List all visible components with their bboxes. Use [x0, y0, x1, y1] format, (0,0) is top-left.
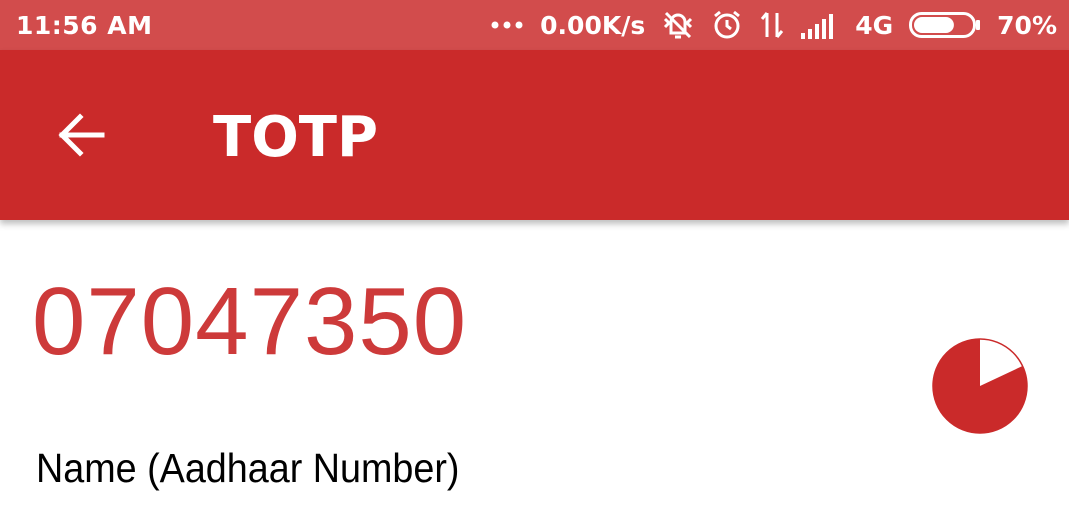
- account-name: Name (Aadhaar Number): [36, 445, 460, 491]
- more-dots-icon: [490, 20, 524, 30]
- back-button[interactable]: [40, 95, 120, 175]
- arrow-back-icon: [58, 113, 105, 157]
- status-time: 11:56 AM: [16, 10, 153, 40]
- status-bar: 11:56 AM 0.00K/s 4G 70%: [0, 0, 1069, 50]
- app-bar: TOTP: [0, 50, 1069, 220]
- network-speed: 0.00K/s: [540, 10, 646, 40]
- network-type: 4G: [855, 10, 894, 40]
- vibrate-off-icon: [661, 9, 695, 41]
- app-title: TOTP: [213, 105, 379, 170]
- data-transfer-icon: [759, 9, 785, 41]
- status-icons: 0.00K/s 4G 70%: [490, 9, 1057, 41]
- signal-bars-icon: [801, 11, 839, 39]
- timer-pie-icon: [932, 338, 1028, 434]
- otp-code[interactable]: 07047350: [32, 272, 467, 372]
- alarm-clock-icon: [711, 9, 743, 41]
- battery-percentage: 70%: [997, 10, 1057, 40]
- battery-icon: [909, 12, 981, 38]
